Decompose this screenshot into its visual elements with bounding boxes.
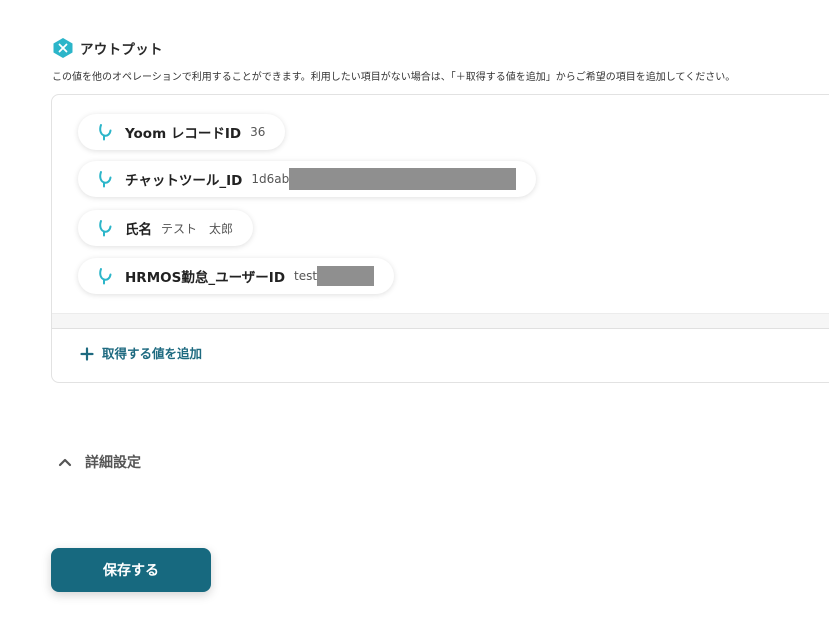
- page: アウトプット この値を他のオペレーションで利用することができます。利用したい項目…: [0, 0, 829, 620]
- output-chip-chat-tool-id[interactable]: チャットツール_ID 1d6ab: [78, 161, 537, 197]
- plus-icon: [80, 346, 94, 361]
- output-value: テスト 太郎: [161, 221, 234, 236]
- variable-icon: [98, 267, 112, 285]
- output-value: 1d6ab: [251, 172, 290, 186]
- horizontal-scrollbar[interactable]: [52, 313, 829, 329]
- redacted-block: [317, 266, 375, 286]
- variable-icon: [98, 219, 112, 237]
- save-button[interactable]: 保存する: [51, 548, 211, 592]
- output-chips-area: Yoom レコードID 36 チャットツール_ID 1d6ab 氏名 テスト 太…: [52, 95, 829, 313]
- output-label: HRMOS勤怠_ユーザーID: [125, 270, 286, 286]
- variable-icon: [98, 123, 112, 141]
- chevron-up-icon: [57, 454, 73, 470]
- output-value: 36: [250, 125, 266, 139]
- output-chip-yoom-record-id[interactable]: Yoom レコードID 36: [78, 114, 286, 150]
- output-label: 氏名: [125, 222, 152, 238]
- output-chip-hrmos-user-id[interactable]: HRMOS勤怠_ユーザーID test: [78, 258, 395, 294]
- output-value: test: [294, 269, 318, 283]
- variable-icon: [98, 170, 112, 188]
- section-title: アウトプット: [80, 42, 163, 58]
- output-chip-name[interactable]: 氏名 テスト 太郎: [78, 210, 254, 246]
- output-label: チャットツール_ID: [125, 173, 243, 189]
- details-settings-toggle[interactable]: 詳細設定: [57, 452, 141, 472]
- yoom-output-icon: [52, 37, 74, 59]
- section-description: この値を他のオペレーションで利用することができます。利用したい項目がない場合は、…: [52, 72, 736, 83]
- output-section-header: アウトプット: [52, 37, 163, 59]
- add-value-button[interactable]: 取得する値を追加: [80, 343, 202, 362]
- output-list-box: Yoom レコードID 36 チャットツール_ID 1d6ab 氏名 テスト 太…: [51, 94, 829, 383]
- add-value-label: 取得する値を追加: [102, 346, 203, 361]
- output-label: Yoom レコードID: [125, 126, 242, 142]
- redacted-block: [289, 168, 517, 190]
- details-settings-label: 詳細設定: [85, 455, 141, 471]
